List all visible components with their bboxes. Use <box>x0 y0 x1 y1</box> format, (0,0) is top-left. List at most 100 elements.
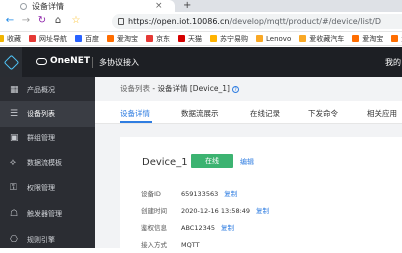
browser-toolbar: ← → ↻ ⌂ ☆ https://open.iot.10086.cn/deve… <box>0 12 402 32</box>
bookmark-icon <box>178 35 185 42</box>
field-row-created-time: 创建时间 2020-12-16 13:58:49 复制 <box>141 205 269 215</box>
tab-online-records[interactable]: 在线记录 <box>250 108 280 119</box>
sidebar-item-label: 触发器管理 <box>27 210 62 218</box>
sidebar-item-device-list[interactable]: ☰ 设备列表 <box>0 101 95 127</box>
sidebar-item-rule-engine[interactable]: ⎔ 规则引擎 <box>0 227 95 253</box>
sidebar-item-datastream-template[interactable]: ⟡ 数据流模板 <box>0 150 95 176</box>
bookmark-icon <box>391 35 399 42</box>
sidebar-item-product-overview[interactable]: ▦ 产品概况 <box>0 77 95 103</box>
bookmark-item[interactable]: 爱淘宝 <box>107 34 138 44</box>
bookmark-item[interactable]: 苏宁易购 <box>210 34 248 44</box>
copy-created-time-button[interactable]: 复制 <box>256 207 269 215</box>
bookmark-item[interactable]: 爱淘宝 <box>391 34 402 44</box>
field-row-auth-info: 鉴权信息 ABC12345 复制 <box>141 222 234 232</box>
breadcrumb-current: 设备详情 [Device_1] <box>157 84 230 93</box>
device-name: Device_1 <box>142 157 188 168</box>
field-value: ABC12345 <box>181 224 216 232</box>
bookmark-label: 百度 <box>85 34 99 43</box>
tab-related-apps[interactable]: 相关应用 <box>367 108 397 119</box>
sidebar-item-label: 设备列表 <box>27 110 55 118</box>
bookmark-label: 苏宁易购 <box>220 34 248 43</box>
tab-datastream-display[interactable]: 数据流展示 <box>181 108 219 119</box>
browser-tab-bar: 设备详情 × + <box>0 0 402 12</box>
forward-icon[interactable]: → <box>20 15 32 27</box>
lock-icon <box>118 18 124 25</box>
new-tab-button[interactable]: + <box>183 0 191 11</box>
field-label: 创建时间 <box>141 207 167 215</box>
bookmark-item[interactable]: 爱淘宝 <box>352 34 383 44</box>
breadcrumb-device-list[interactable]: 设备列表 <box>120 84 150 93</box>
device-info-card: Device_1 在线 编辑 设备ID 659133563 复制 创建时间 2020-… <box>120 137 402 249</box>
platform-logo[interactable] <box>0 47 22 77</box>
tab-title: 设备详情 <box>32 1 64 11</box>
sidebar-item-label: 权限管理 <box>27 184 55 192</box>
address-bar[interactable]: https://open.iot.10086.cn/develop/mqtt/p… <box>112 14 402 29</box>
bookmark-label: 爱收藏汽车 <box>309 34 345 43</box>
bookmark-icon <box>210 35 217 42</box>
active-tab-underline <box>120 121 152 123</box>
my-menu[interactable]: 我的 <box>385 57 401 68</box>
field-value: 659133563 <box>181 190 219 198</box>
reload-icon[interactable]: ↻ <box>36 15 48 27</box>
url-path: /develop/mqtt/product/#/device/list/D <box>229 17 381 26</box>
status-badge: 在线 <box>191 154 233 168</box>
sidebar-item-group-management[interactable]: ▣ 群组管理 <box>0 125 95 151</box>
field-value: 2020-12-16 13:58:49 <box>181 207 251 215</box>
bookmark-item[interactable]: 百度 <box>75 34 99 44</box>
copy-device-id-button[interactable]: 复制 <box>224 190 237 198</box>
key-icon: ⚿ <box>10 182 17 193</box>
bookmark-icon <box>146 35 153 42</box>
list-icon: ☰ <box>10 108 19 119</box>
sidebar-item-label: 规则引擎 <box>27 236 55 244</box>
browser-tab[interactable]: 设备详情 × <box>0 0 175 12</box>
datastream-icon: ⟡ <box>10 157 16 168</box>
field-label: 鉴权信息 <box>141 224 167 232</box>
url-host: https://open.iot.10086.cn <box>128 17 230 26</box>
sidebar: ▦ 产品概况 ☰ 设备列表 ▣ 群组管理 ⟡ 数据流模板 ⚿ 权限管理 ☖ 触发… <box>0 77 95 248</box>
sidebar-item-permission-management[interactable]: ⚿ 权限管理 <box>0 175 95 201</box>
app-header: OneNET 多协议接入 我的 <box>0 47 402 77</box>
url-text[interactable]: https://open.iot.10086.cn/develop/mqtt/p… <box>128 17 381 26</box>
bookmark-item[interactable]: 天猫 <box>178 34 202 44</box>
bookmark-label: 收藏 <box>7 34 21 43</box>
breadcrumb: 设备列表 - 设备详情 [Device_1]? <box>120 83 239 94</box>
bookmarks-bar: 收藏网址导航百度爱淘宝京东天猫苏宁易购Lenovo爱收藏汽车爱淘宝爱淘宝 <box>0 32 402 46</box>
grid-icon: ▦ <box>10 84 19 95</box>
field-row-device-id: 设备ID 659133563 复制 <box>141 188 237 198</box>
header-divider <box>92 57 93 68</box>
bookmark-item[interactable]: 收藏 <box>0 34 21 44</box>
bookmark-item[interactable]: 网址导航 <box>29 34 67 44</box>
tab-send-command[interactable]: 下发命令 <box>308 108 338 119</box>
favorite-star-icon[interactable]: ☆ <box>70 15 82 27</box>
bookmark-icon <box>75 35 82 42</box>
bookmark-label: 天猫 <box>188 34 202 43</box>
bookmark-label: 爱淘宝 <box>117 34 138 43</box>
sidebar-item-label: 产品概况 <box>27 86 55 94</box>
bookmark-item[interactable]: Lenovo <box>256 35 291 43</box>
brand-logo[interactable]: OneNET <box>36 56 90 66</box>
copy-auth-info-button[interactable]: 复制 <box>221 224 234 232</box>
detail-tabs: 设备详情 数据流展示 在线记录 下发命令 相关应用 <box>95 101 402 124</box>
bookmark-icon <box>107 35 114 42</box>
sidebar-item-trigger-management[interactable]: ☖ 触发器管理 <box>0 201 95 227</box>
back-icon[interactable]: ← <box>4 15 16 27</box>
bookmark-label: 京东 <box>156 34 170 43</box>
close-tab-icon[interactable]: × <box>155 1 163 11</box>
rule-engine-icon: ⎔ <box>10 234 18 245</box>
brand-name: OneNET <box>50 56 90 66</box>
page-icon <box>20 2 27 10</box>
bookmark-icon <box>0 35 4 42</box>
bookmark-label: Lenovo <box>266 34 292 43</box>
bookmark-icon <box>352 35 360 42</box>
main-content: 设备列表 - 设备详情 [Device_1]? 设备详情 数据流展示 在线记录 … <box>95 77 402 249</box>
bookmark-item[interactable]: 京东 <box>146 34 170 44</box>
home-icon[interactable]: ⌂ <box>52 15 64 27</box>
header-subtitle: 多协议接入 <box>99 58 139 67</box>
field-label: 设备ID <box>141 190 161 198</box>
tab-device-details[interactable]: 设备详情 <box>120 108 150 119</box>
edit-link[interactable]: 编辑 <box>240 157 254 167</box>
group-icon: ▣ <box>10 132 19 143</box>
help-icon[interactable]: ? <box>231 86 239 93</box>
bookmark-item[interactable]: 爱收藏汽车 <box>299 34 344 44</box>
onenet-logo-icon <box>36 57 47 65</box>
